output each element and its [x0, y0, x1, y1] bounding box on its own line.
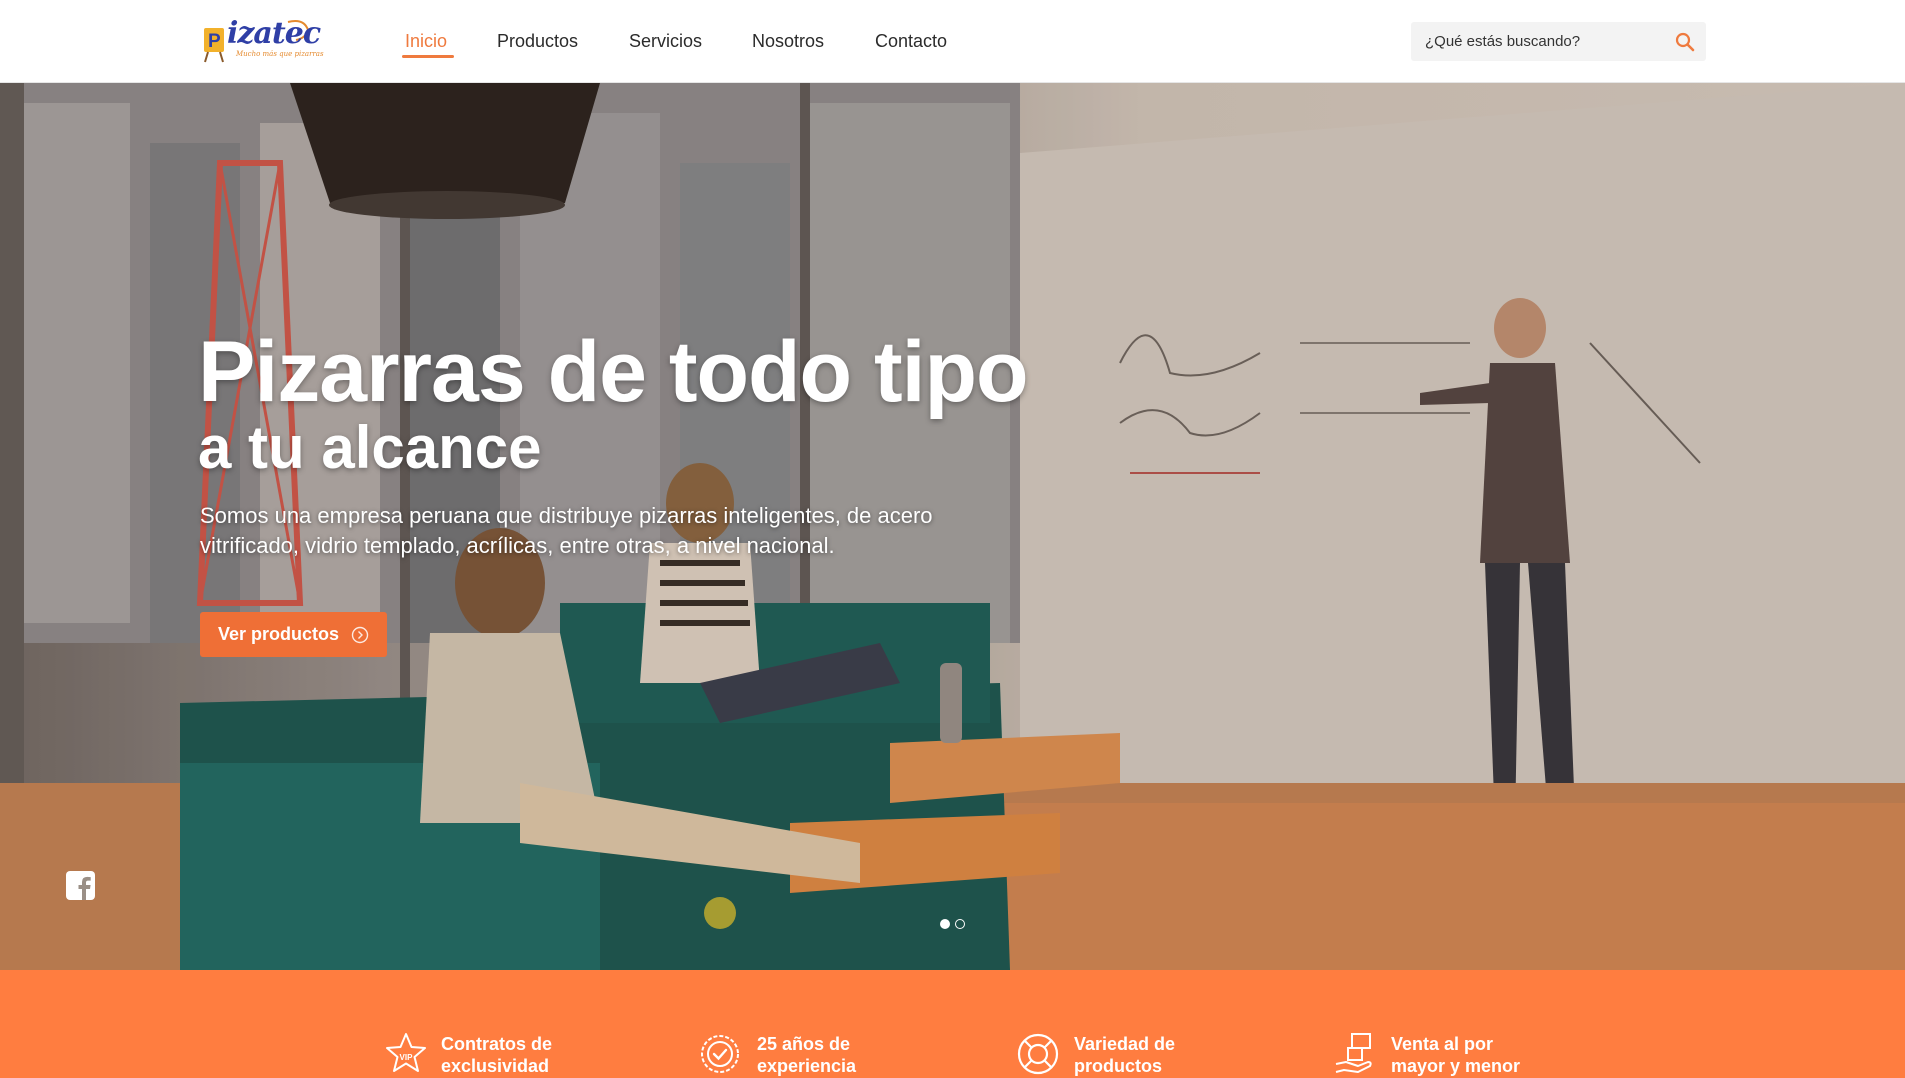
nav-item-contacto[interactable]: Contacto: [875, 31, 947, 52]
feature-variety-line1: Variedad de: [1074, 1034, 1176, 1054]
feature-wholesale-line2: mayor y menor: [1391, 1056, 1521, 1076]
search-input[interactable]: [1425, 22, 1665, 61]
badge-check-icon: [700, 1032, 744, 1076]
feature-exclusivity-text: Contratos de exclusividad: [441, 1033, 552, 1077]
vip-star-icon: VIP: [384, 1032, 428, 1076]
lifebuoy-icon: [1017, 1032, 1061, 1076]
logo-tagline: Mucho más que pizarras: [236, 50, 324, 58]
nav-item-servicios[interactable]: Servicios: [629, 31, 702, 52]
feature-wholesale-text: Venta al por mayor y menor: [1391, 1033, 1520, 1077]
search-box: [1411, 22, 1706, 61]
feature-variety-line2: productos: [1074, 1056, 1162, 1076]
search-icon[interactable]: [1674, 31, 1696, 53]
nav-active-indicator: [402, 55, 454, 58]
feature-experience-line1: 25 años de: [757, 1034, 851, 1054]
logo-letter: P: [208, 31, 221, 52]
feature-exclusivity-line2: exclusividad: [441, 1056, 550, 1076]
nav-item-productos[interactable]: Productos: [497, 31, 578, 52]
facebook-icon[interactable]: [66, 871, 95, 900]
hero-subtitle: a tu alcance: [198, 414, 542, 481]
hand-boxes-icon: [1334, 1032, 1378, 1076]
hero-title: Pizarras de todo tipo: [198, 324, 1029, 420]
feature-experience-text: 25 años de experiencia: [757, 1033, 856, 1077]
svg-text:VIP: VIP: [400, 1053, 414, 1062]
logo-text: izatec: [227, 16, 321, 51]
feature-exclusivity-line1: Contratos de: [441, 1034, 553, 1054]
slider-dot-2[interactable]: [955, 919, 965, 929]
view-products-button[interactable]: Ver productos: [200, 612, 387, 657]
feature-variety-text: Variedad de productos: [1074, 1033, 1175, 1077]
hero-slider: Pizarras de todo tipo a tu alcance Somos…: [0, 83, 1905, 970]
features-bar: VIP Contratos de exclusividad 25 años de…: [0, 970, 1905, 1078]
view-products-label: Ver productos: [218, 624, 340, 644]
site-header: P izatec Mucho más que pizarras Inicio P…: [0, 0, 1905, 83]
feature-experience-line2: experiencia: [757, 1056, 857, 1076]
nav-item-nosotros[interactable]: Nosotros: [752, 31, 824, 52]
logo[interactable]: P izatec Mucho más que pizarras: [202, 16, 324, 64]
feature-wholesale-line1: Venta al por: [1391, 1034, 1494, 1054]
hero-description: Somos una empresa peruana que distribuye…: [200, 503, 933, 558]
arrow-circle-icon: [351, 626, 369, 644]
slider-dot-1[interactable]: [940, 919, 950, 929]
nav-item-inicio[interactable]: Inicio: [405, 31, 447, 52]
